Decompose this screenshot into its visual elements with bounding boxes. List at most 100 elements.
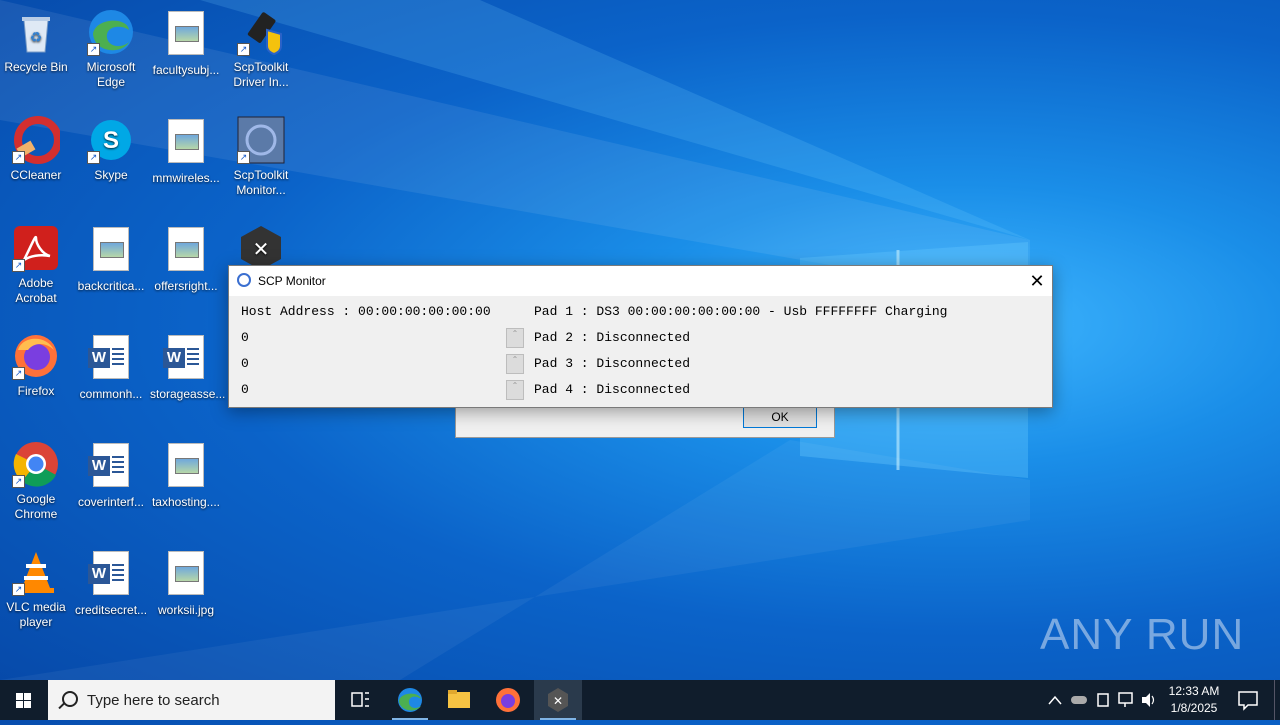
desktop-icon-scptoolkit-driver[interactable]: ↗ ScpToolkit Driver In...	[225, 8, 297, 90]
desktop-icon-label: Microsoft Edge	[86, 60, 136, 89]
desktop-icon-google-chrome[interactable]: ↗ Google Chrome	[0, 440, 72, 522]
gamepad-tray-button[interactable]	[1068, 680, 1090, 720]
shortcut-arrow-icon: ↗	[12, 259, 25, 272]
desktop-icon-label: facultysubj...	[152, 63, 220, 77]
desktop-icon-firefox[interactable]: ↗ Firefox	[0, 332, 72, 399]
task-view-icon	[351, 692, 369, 707]
firefox-icon: ↗	[12, 332, 60, 380]
folder-icon	[448, 690, 470, 708]
desktop-icon-facultysubj[interactable]: facultysubj...	[150, 8, 222, 78]
search-placeholder: Type here to search	[87, 692, 220, 709]
tools-icon: ✕	[548, 688, 568, 712]
taskbar-firefox[interactable]	[484, 680, 532, 720]
action-center-button[interactable]	[1236, 680, 1260, 720]
image-file-icon	[87, 227, 135, 275]
svg-text:♻: ♻	[30, 29, 43, 45]
desktop-icon-label: ScpToolkit Monitor...	[233, 168, 289, 197]
desktop-icon-label: worksii.jpg	[157, 603, 214, 617]
image-file-icon	[162, 227, 210, 275]
clock-date: 1/8/2025	[1170, 701, 1218, 715]
desktop-icon-skype[interactable]: S ↗ Skype	[75, 116, 147, 183]
scp-monitor-icon: ↗	[237, 116, 285, 164]
image-file-icon	[162, 443, 210, 491]
host-address: Host Address : 00:00:00:00:00:00	[241, 304, 491, 319]
taskbar-search-box[interactable]: Type here to search	[48, 680, 335, 720]
pad-4-value: 0	[241, 382, 249, 397]
taskbar-clock[interactable]: 12:33 AM 1/8/2025	[1160, 683, 1228, 717]
desktop-icon-recycle-bin[interactable]: ♻ Recycle Bin	[0, 8, 72, 75]
desktop-icon-label: creditsecret...	[75, 603, 148, 617]
scp-monitor-window: SCP Monitor ✕ Host Address : 00:00:00:00…	[228, 265, 1053, 408]
clock-time: 12:33 AM	[1168, 684, 1220, 698]
shortcut-arrow-icon: ↗	[87, 151, 100, 164]
desktop-icon-label: Firefox	[17, 384, 55, 398]
desktop-icon-label: Skype	[94, 168, 128, 182]
title-bar[interactable]: SCP Monitor ✕	[229, 266, 1052, 296]
word-document-icon: W	[162, 335, 210, 383]
desktop-icon-label: CCleaner	[10, 168, 62, 182]
svg-text:S: S	[103, 127, 119, 154]
window-title: SCP Monitor	[258, 274, 326, 288]
task-view-button[interactable]	[336, 680, 384, 720]
anyrun-watermark: ANY RUN	[1040, 610, 1245, 659]
firefox-icon	[496, 688, 520, 712]
shortcut-arrow-icon: ↗	[12, 583, 25, 596]
network-tray-button[interactable]	[1116, 680, 1136, 720]
desktop-icon-edge[interactable]: ↗ Microsoft Edge	[75, 8, 147, 90]
vlc-icon: ↗	[12, 548, 60, 596]
desktop-icon-scptoolkit-monitor[interactable]: ↗ ScpToolkit Monitor...	[225, 116, 297, 198]
shortcut-arrow-icon: ↗	[12, 367, 25, 380]
desktop-icon-creditsecret[interactable]: W creditsecret...	[75, 548, 147, 618]
pad-3-spinner[interactable]: ⌃	[506, 354, 524, 374]
shortcut-arrow-icon: ↗	[12, 151, 25, 164]
volume-tray-button[interactable]	[1139, 680, 1159, 720]
desktop-icon-vlc[interactable]: ↗ VLC media player	[0, 548, 72, 630]
desktop-icon-offersright[interactable]: offersright...	[150, 224, 222, 294]
desktop-icon-adobe-acrobat[interactable]: ↗ Adobe Acrobat	[0, 224, 72, 306]
taskbar-file-explorer[interactable]	[435, 680, 483, 720]
skype-icon: S ↗	[87, 116, 135, 164]
close-button[interactable]: ✕	[1022, 266, 1052, 296]
desktop-icon-label: VLC media player	[6, 600, 66, 629]
taskbar: Type here to search ✕ 12:33 AM 1/8/2025	[0, 680, 1280, 720]
desktop-icon-backcritica[interactable]: backcritica...	[75, 224, 147, 294]
show-hidden-icons-button[interactable]	[1046, 680, 1064, 720]
desktop-icon-commonh[interactable]: W commonh...	[75, 332, 147, 402]
gamepad-icon	[1071, 696, 1087, 704]
chrome-icon: ↗	[12, 440, 60, 488]
desktop-icon-coverinterf[interactable]: W coverinterf...	[75, 440, 147, 510]
pad-4-spinner[interactable]: ⌃	[506, 380, 524, 400]
ccleaner-icon: ↗	[12, 116, 62, 164]
taskbar-scp-tool[interactable]: ✕	[534, 680, 582, 720]
desktop-icon-ccleaner[interactable]: ↗ CCleaner	[0, 116, 72, 183]
start-button[interactable]	[0, 680, 48, 720]
show-desktop-button[interactable]	[1274, 680, 1280, 720]
desktop-icon-taxhosting[interactable]: taxhosting....	[150, 440, 222, 510]
search-icon	[62, 691, 78, 707]
edge-icon	[398, 688, 422, 712]
device-tray-button[interactable]	[1093, 680, 1113, 720]
pad-2-value: 0	[241, 330, 249, 345]
acrobat-icon: ↗	[12, 224, 60, 272]
ok-button[interactable]: OK	[743, 407, 817, 428]
desktop-icon-label: Google Chrome	[14, 492, 58, 521]
shortcut-arrow-icon: ↗	[237, 151, 250, 164]
shortcut-arrow-icon: ↗	[12, 475, 25, 488]
pad-4-status: Pad 4 : Disconnected	[534, 382, 691, 397]
desktop-icon-label: taxhosting....	[151, 495, 221, 509]
pad-2-spinner[interactable]: ⌃	[506, 328, 524, 348]
desktop-icon-worksii[interactable]: worksii.jpg	[150, 548, 222, 618]
network-icon	[1118, 692, 1133, 707]
svg-text:✕: ✕	[553, 694, 563, 708]
edge-icon: ↗	[87, 8, 135, 56]
taskbar-edge[interactable]	[386, 680, 434, 720]
shortcut-arrow-icon: ↗	[237, 43, 250, 56]
desktop-icon-mmwireles[interactable]: mmwireles...	[150, 116, 222, 186]
desktop-icon-label: coverinterf...	[77, 495, 145, 509]
recycle-bin-icon: ♻	[12, 8, 60, 56]
chevron-up-icon	[1048, 695, 1062, 705]
scp-app-icon	[237, 273, 251, 287]
desktop-icon-storageasse[interactable]: W storageasse...	[150, 332, 225, 402]
desktop-icon-label: mmwireles...	[152, 171, 220, 185]
desktop-icon-label: Adobe Acrobat	[15, 276, 57, 305]
